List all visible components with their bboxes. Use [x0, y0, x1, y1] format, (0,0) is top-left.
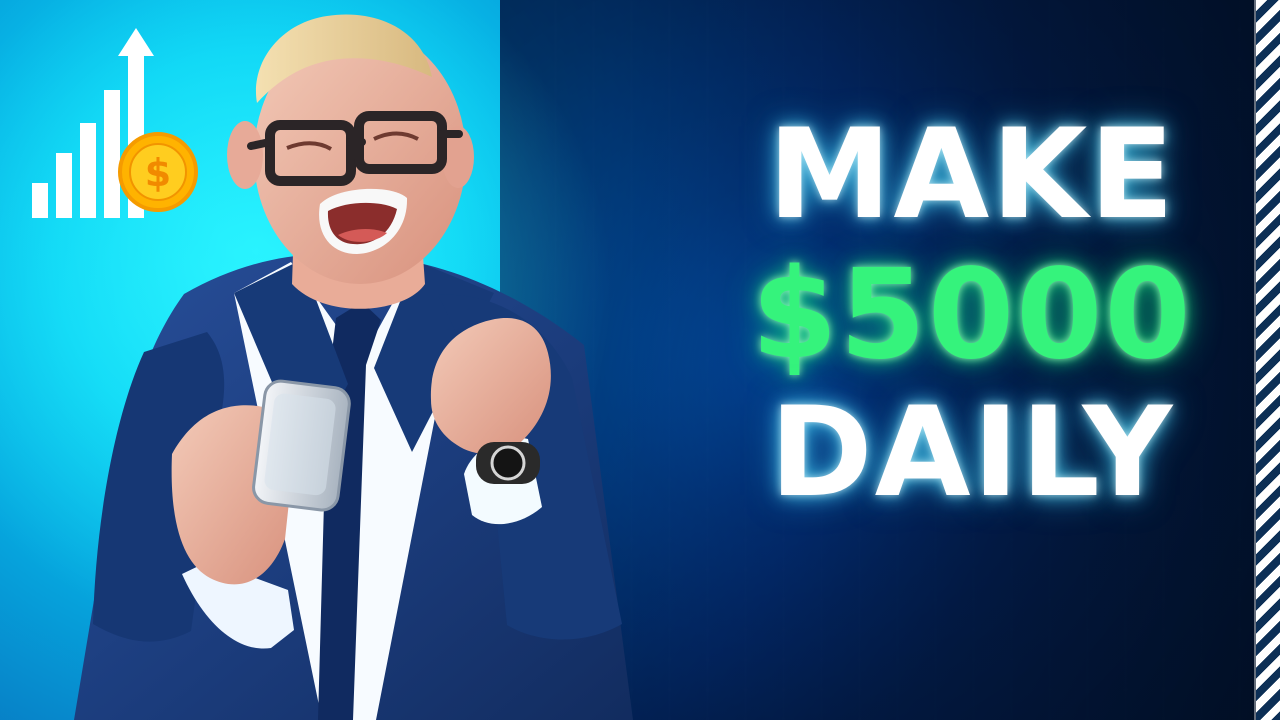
- headline-amount: $5000: [751, 243, 1193, 388]
- headline-make: MAKE: [767, 103, 1177, 247]
- right-edge-stripe: [1256, 0, 1280, 720]
- headline-daily: DAILY: [769, 381, 1175, 526]
- chart-bar-2: [56, 153, 72, 218]
- thumbnail-headline: MAKE $5000 DAILY: [737, 103, 1207, 526]
- glasses-bridge: [346, 138, 366, 146]
- left-ear: [227, 121, 263, 189]
- thumbnail-canvas: $ MAKE $5000 DAILY: [0, 0, 1280, 720]
- smiling-businessman-image: [74, 14, 633, 720]
- chart-bar-1: [32, 183, 48, 218]
- watch-face: [490, 445, 526, 481]
